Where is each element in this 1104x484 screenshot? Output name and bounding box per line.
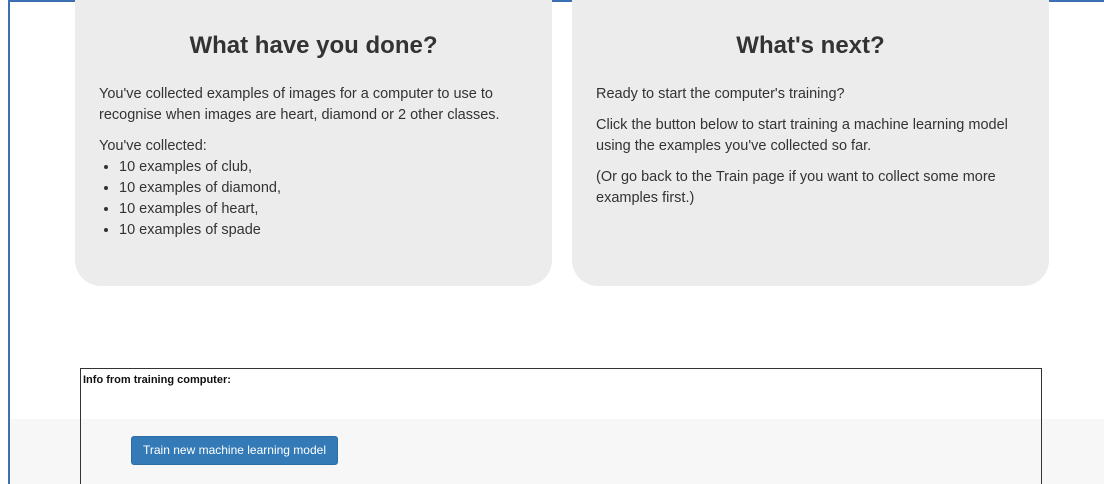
list-item-heart: 10 examples of heart, [119, 199, 512, 220]
page: What have you done? You've collected exa… [0, 0, 1104, 484]
train-new-model-button[interactable]: Train new machine learning model [131, 436, 338, 465]
whats-next-card: What's next? Ready to start the computer… [572, 0, 1049, 286]
collected-examples-list: 10 examples of club, 10 examples of diam… [99, 157, 512, 241]
what-have-you-done-heading: What have you done? [189, 32, 438, 59]
collected-intro-text: You've collected examples of images for … [99, 86, 500, 123]
click-button-instructions: Click the button below to start training… [596, 117, 1008, 154]
collected-label: You've collected: [99, 138, 207, 154]
whats-next-heading: What's next? [736, 32, 885, 59]
list-item-spade: 10 examples of spade [119, 220, 512, 241]
what-have-you-done-card: What have you done? You've collected exa… [75, 0, 552, 286]
training-info-box: Info from training computer: [80, 368, 1042, 484]
list-item-diamond: 10 examples of diamond, [119, 178, 512, 199]
training-info-label: Info from training computer: [83, 374, 231, 386]
ready-to-train-text: Ready to start the computer's training? [596, 86, 845, 102]
list-item-club: 10 examples of club, [119, 157, 512, 178]
whats-next-body: Ready to start the computer's training? … [596, 84, 1009, 219]
what-have-you-done-body: You've collected examples of images for … [99, 84, 512, 241]
go-back-note: (Or go back to the Train page if you wan… [596, 169, 996, 206]
frame-left-border [8, 0, 10, 484]
